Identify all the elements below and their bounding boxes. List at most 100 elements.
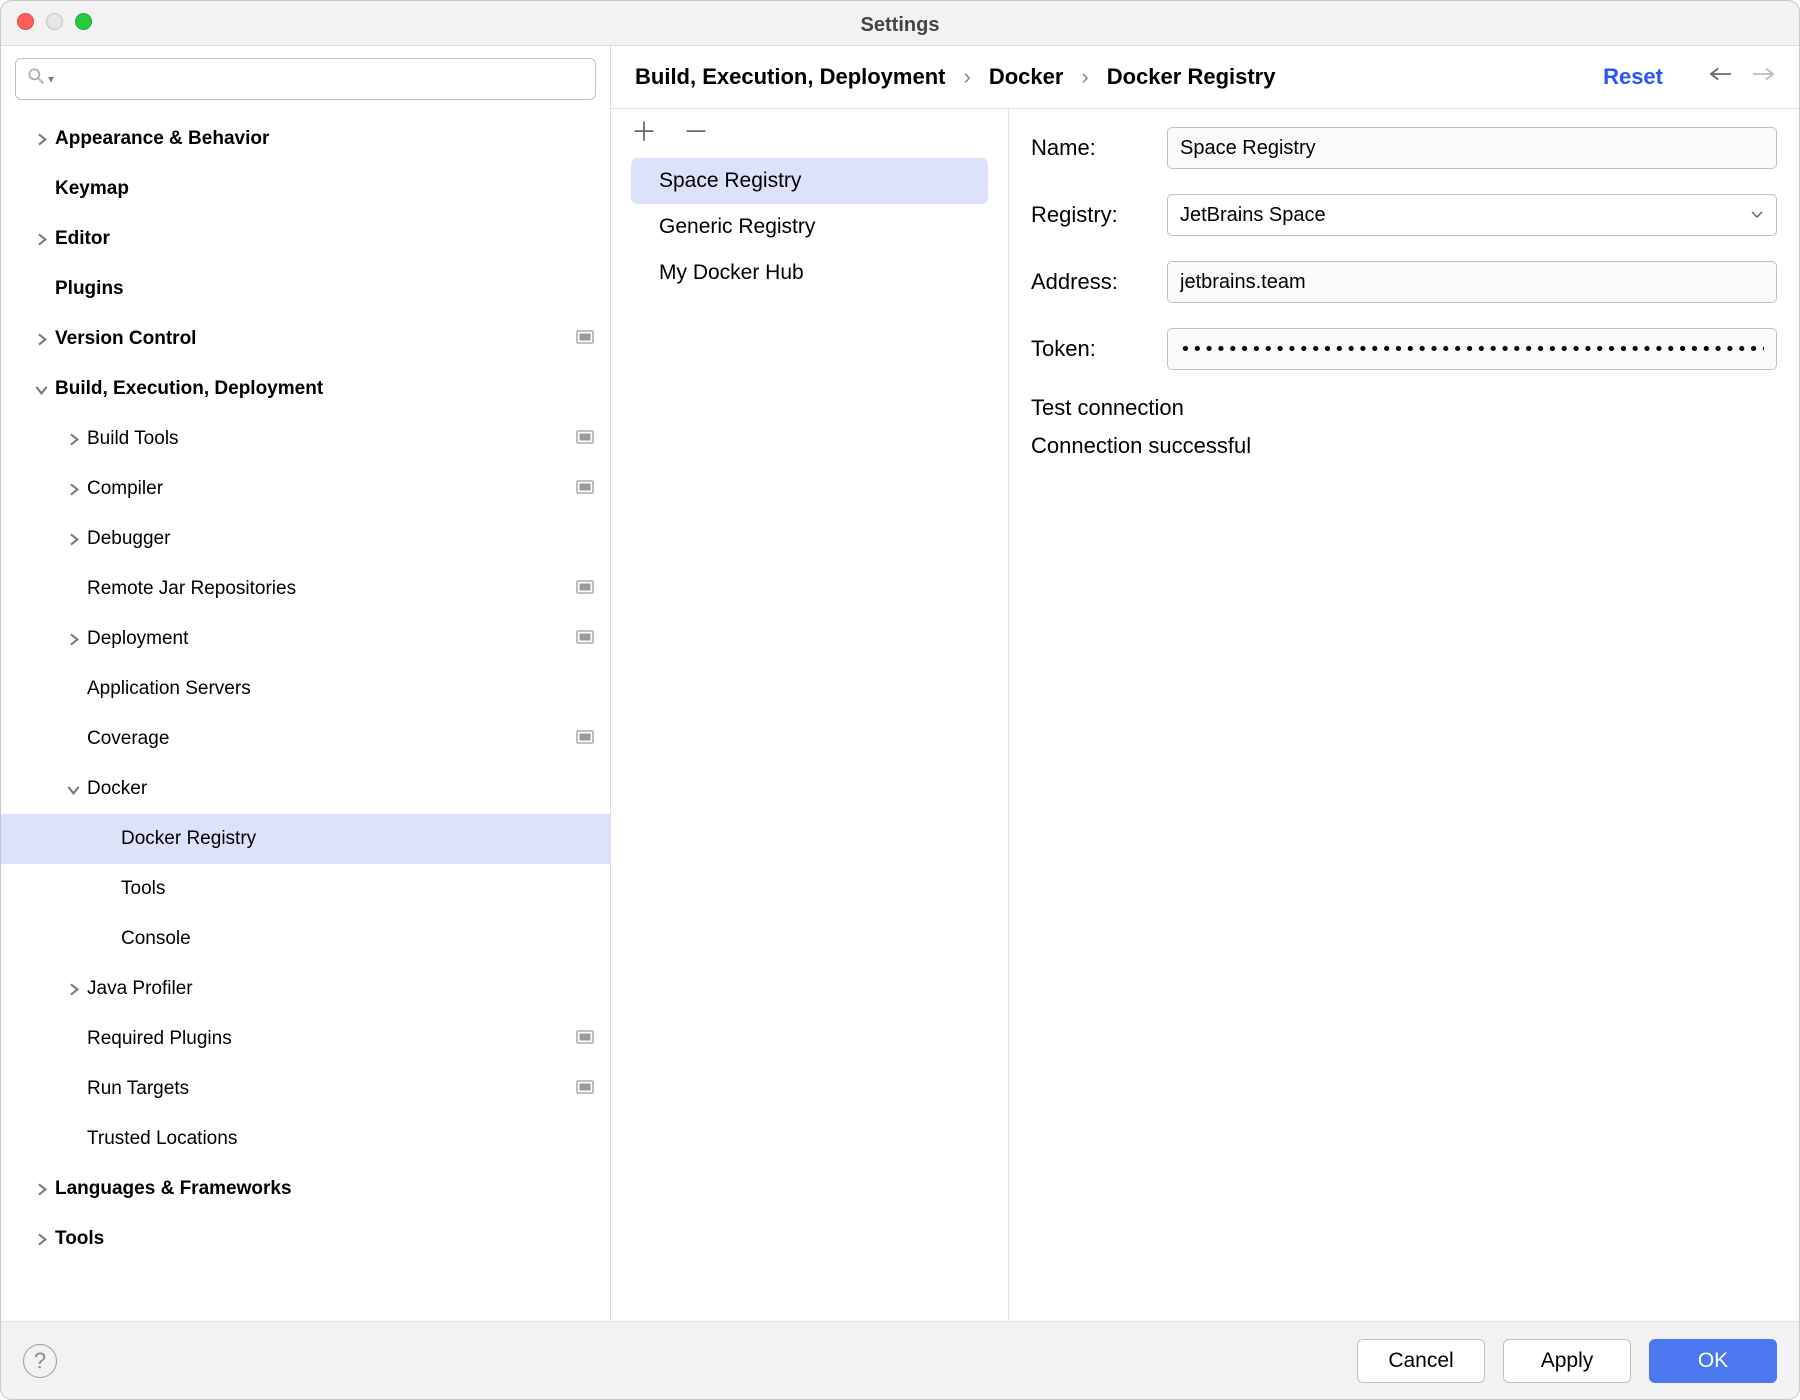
project-scope-icon: [576, 478, 594, 500]
name-input[interactable]: [1167, 127, 1777, 169]
project-scope-icon: [576, 578, 594, 600]
help-button[interactable]: ?: [23, 1344, 57, 1378]
chevron-right-icon[interactable]: [59, 633, 87, 646]
sidebar-item-label: Docker: [87, 778, 594, 800]
sidebar-item-label: Plugins: [55, 278, 594, 300]
project-scope-icon: [576, 728, 594, 750]
registry-list-panel: ＋ － Space RegistryGeneric RegistryMy Doc…: [611, 109, 1009, 1321]
sidebar-item-keymap[interactable]: Keymap: [1, 164, 610, 214]
chevron-right-icon[interactable]: [59, 983, 87, 996]
chevron-right-icon[interactable]: [27, 133, 55, 146]
chevron-down-icon[interactable]: [27, 383, 55, 396]
address-label: Address:: [1031, 269, 1167, 295]
breadcrumb-segment[interactable]: Build, Execution, Deployment: [635, 64, 945, 90]
sidebar-item-remote-jar-repositories[interactable]: Remote Jar Repositories: [1, 564, 610, 614]
sidebar-item-tools[interactable]: Tools: [1, 864, 610, 914]
sidebar: ▾ Appearance & Behavior Keymap Editor Plugi…: [1, 46, 611, 1321]
content: ▾ Appearance & Behavior Keymap Editor Plugi…: [1, 45, 1799, 1321]
address-input[interactable]: [1167, 261, 1777, 303]
sidebar-item-label: Appearance & Behavior: [55, 128, 594, 150]
minimize-icon[interactable]: [46, 13, 63, 30]
sidebar-item-label: Build, Execution, Deployment: [55, 378, 594, 400]
window-title: Settings: [861, 14, 940, 37]
sidebar-item-trusted-locations[interactable]: Trusted Locations: [1, 1114, 610, 1164]
sidebar-item-docker[interactable]: Docker: [1, 764, 610, 814]
titlebar: Settings: [1, 5, 1799, 45]
sidebar-item-label: Compiler: [87, 478, 576, 500]
nav-forward-icon[interactable]: [1753, 65, 1775, 89]
chevron-right-icon: ›: [963, 64, 970, 90]
chevron-right-icon[interactable]: [27, 1183, 55, 1196]
close-icon[interactable]: [17, 13, 34, 30]
apply-button[interactable]: Apply: [1503, 1339, 1631, 1383]
project-scope-icon: [576, 1028, 594, 1050]
sidebar-item-editor[interactable]: Editor: [1, 214, 610, 264]
sidebar-item-label: Run Targets: [87, 1078, 576, 1100]
sidebar-item-label: Editor: [55, 228, 594, 250]
chevron-right-icon[interactable]: [27, 233, 55, 246]
sidebar-item-deployment[interactable]: Deployment: [1, 614, 610, 664]
name-label: Name:: [1031, 135, 1167, 161]
search-options-icon[interactable]: ▾: [48, 72, 54, 86]
chevron-right-icon[interactable]: [27, 333, 55, 346]
add-button[interactable]: ＋: [631, 119, 657, 145]
sidebar-item-languages-frameworks[interactable]: Languages & Frameworks: [1, 1164, 610, 1214]
chevron-down-icon[interactable]: [59, 783, 87, 796]
sidebar-item-version-control[interactable]: Version Control: [1, 314, 610, 364]
project-scope-icon: [576, 628, 594, 650]
token-input[interactable]: [1167, 328, 1777, 370]
project-scope-icon: [576, 328, 594, 350]
search-field[interactable]: [60, 67, 585, 91]
sidebar-item-label: Coverage: [87, 728, 576, 750]
chevron-right-icon[interactable]: [27, 1233, 55, 1246]
project-scope-icon: [576, 428, 594, 450]
sidebar-item-plugins[interactable]: Plugins: [1, 264, 610, 314]
nav-back-icon[interactable]: [1709, 65, 1731, 89]
sidebar-item-coverage[interactable]: Coverage: [1, 714, 610, 764]
project-scope-icon: [576, 1078, 594, 1100]
chevron-down-icon: [1750, 204, 1764, 227]
sidebar-item-label: Build Tools: [87, 428, 576, 450]
sidebar-item-tools[interactable]: Tools: [1, 1214, 610, 1264]
token-label: Token:: [1031, 336, 1167, 362]
sidebar-item-required-plugins[interactable]: Required Plugins: [1, 1014, 610, 1064]
sidebar-item-debugger[interactable]: Debugger: [1, 514, 610, 564]
registry-select[interactable]: JetBrains Space: [1167, 194, 1777, 236]
settings-tree[interactable]: Appearance & Behavior Keymap Editor Plugins…: [1, 110, 610, 1321]
breadcrumb-segment[interactable]: Docker: [989, 64, 1064, 90]
chevron-right-icon[interactable]: [59, 533, 87, 546]
chevron-right-icon[interactable]: [59, 483, 87, 496]
sidebar-item-label: Deployment: [87, 628, 576, 650]
breadcrumb-segment[interactable]: Docker Registry: [1107, 64, 1276, 90]
window-controls: [17, 13, 92, 30]
sidebar-item-label: Remote Jar Repositories: [87, 578, 576, 600]
reset-button[interactable]: Reset: [1603, 64, 1663, 90]
sidebar-item-build-execution-deployment[interactable]: Build, Execution, Deployment: [1, 364, 610, 414]
remove-button[interactable]: －: [683, 119, 709, 145]
zoom-icon[interactable]: [75, 13, 92, 30]
sidebar-item-label: Trusted Locations: [87, 1128, 594, 1150]
footer: ? Cancel Apply OK: [1, 1321, 1799, 1399]
sidebar-item-build-tools[interactable]: Build Tools: [1, 414, 610, 464]
sidebar-item-label: Java Profiler: [87, 978, 594, 1000]
ok-button[interactable]: OK: [1649, 1339, 1777, 1383]
sidebar-item-console[interactable]: Console: [1, 914, 610, 964]
registry-list[interactable]: Space RegistryGeneric RegistryMy Docker …: [611, 154, 1008, 296]
sidebar-item-application-servers[interactable]: Application Servers: [1, 664, 610, 714]
test-connection-link[interactable]: Test connection: [1031, 395, 1184, 420]
registry-item[interactable]: My Docker Hub: [631, 250, 988, 296]
sidebar-item-java-profiler[interactable]: Java Profiler: [1, 964, 610, 1014]
sidebar-item-docker-registry[interactable]: Docker Registry: [1, 814, 610, 864]
sidebar-item-label: Keymap: [55, 178, 594, 200]
sidebar-item-compiler[interactable]: Compiler: [1, 464, 610, 514]
registry-detail: Name: Registry: JetBrains Space: [1009, 109, 1799, 1321]
registry-item[interactable]: Generic Registry: [631, 204, 988, 250]
cancel-button[interactable]: Cancel: [1357, 1339, 1485, 1383]
sidebar-item-appearance-behavior[interactable]: Appearance & Behavior: [1, 114, 610, 164]
chevron-right-icon[interactable]: [59, 433, 87, 446]
sidebar-item-run-targets[interactable]: Run Targets: [1, 1064, 610, 1114]
breadcrumb: Build, Execution, Deployment › Docker › …: [635, 64, 1585, 90]
registry-item[interactable]: Space Registry: [631, 158, 988, 204]
search-input[interactable]: ▾: [15, 58, 596, 100]
chevron-right-icon: ›: [1081, 64, 1088, 90]
